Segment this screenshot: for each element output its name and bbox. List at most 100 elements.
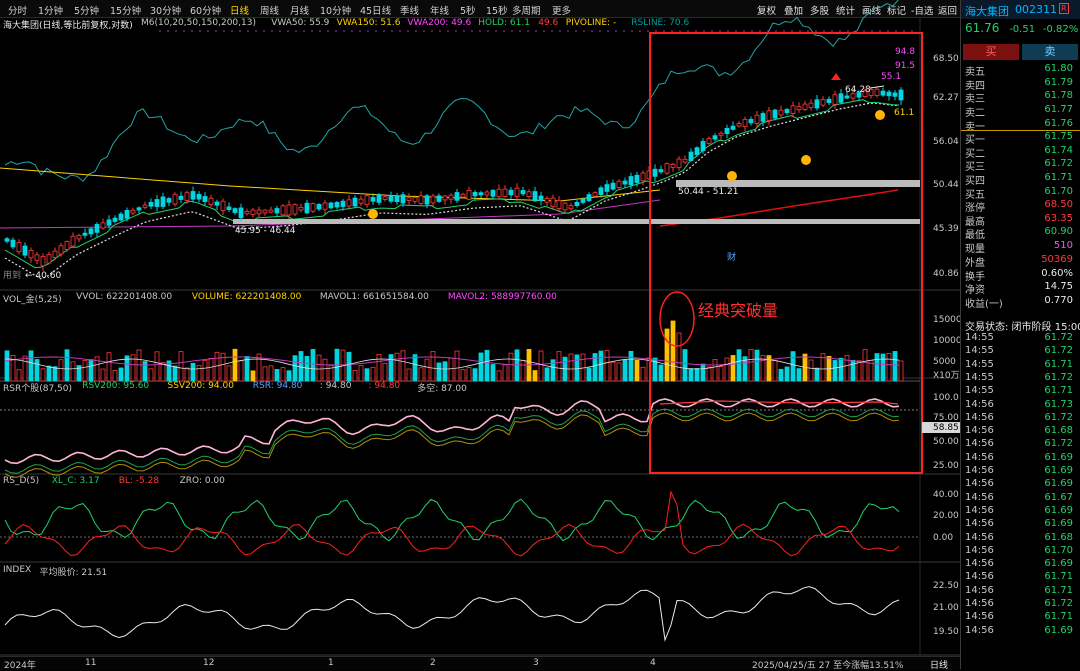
price-change-pct: -0.82% <box>1042 24 1079 35</box>
stat-row[interactable]: 外盘 50369 <box>965 254 1077 269</box>
volume-bar <box>124 355 130 382</box>
candle-body <box>700 141 706 152</box>
volume-bar <box>874 353 880 382</box>
volume-bar <box>898 360 904 382</box>
bid-level[interactable]: 买三 61.72 <box>965 158 1077 173</box>
y-tick: 100.0 <box>933 393 959 403</box>
candle-body <box>556 200 562 209</box>
tick-row: 14:56 61.72 <box>965 412 1077 426</box>
signal-dot <box>511 30 513 32</box>
bid-level[interactable]: 买四 61.71 <box>965 172 1077 187</box>
signal-dot <box>831 30 833 32</box>
volume-bar <box>208 358 214 382</box>
bid-level-value: 61.70 <box>1044 185 1073 197</box>
volume-bar <box>736 349 742 382</box>
candle-body <box>310 203 316 212</box>
indicator-label: HOLD: 61.1 <box>478 18 530 28</box>
candle-body <box>316 204 322 210</box>
tick-row: 14:56 61.71 <box>965 585 1077 599</box>
stat-row[interactable]: 现量 510 <box>965 240 1077 255</box>
volume-bar <box>754 349 760 382</box>
tick-row: 14:55 61.72 <box>965 332 1077 346</box>
candle-body <box>274 208 280 214</box>
tick-time: 14:56 <box>965 624 994 636</box>
bid-level[interactable]: 买二 61.74 <box>965 145 1077 160</box>
volume-bar <box>700 363 706 382</box>
signal-dot <box>847 30 849 32</box>
stock-code: 002311 <box>1015 3 1057 16</box>
candle-body <box>514 187 520 197</box>
stat-row[interactable]: 最高 63.35 <box>965 213 1077 228</box>
signal-dot <box>431 30 433 32</box>
ask-level[interactable]: 卖五 61.80 <box>965 63 1077 78</box>
candle-body <box>94 224 100 233</box>
signal-dot <box>839 30 841 32</box>
bid-level[interactable]: 买一 61.75 <box>965 131 1077 146</box>
candle-body <box>250 209 256 215</box>
candle-body <box>508 189 514 196</box>
signal-dot <box>903 30 905 32</box>
tick-row: 14:56 61.69 <box>965 518 1077 532</box>
y-tick: 75.00 <box>933 413 959 423</box>
volume-bar <box>484 349 490 382</box>
ask-level[interactable]: 卖四 61.79 <box>965 77 1077 92</box>
x-tick: 12 <box>203 658 215 668</box>
signal-dot <box>863 30 865 32</box>
candle-body <box>226 206 232 210</box>
candle-body <box>232 208 238 213</box>
candle-body <box>238 207 244 219</box>
candle-body <box>820 99 826 106</box>
ask-level[interactable]: 卖二 61.77 <box>965 104 1077 119</box>
candle-body <box>694 147 700 156</box>
indicator-label: XL_C: 3.17 <box>51 476 100 486</box>
chart-area[interactable]: 94.8 91.555.1 64.28 61.1 50.44 - 51.21 45.95 … <box>0 0 960 669</box>
volume-callout: 经典突破量 <box>698 301 778 320</box>
signal-dot <box>799 30 801 32</box>
signal-dot <box>279 30 281 32</box>
y-tick: 21.00 <box>933 603 959 613</box>
tick-price: 61.72 <box>1044 332 1073 343</box>
bid-level[interactable]: 买五 61.70 <box>965 185 1077 201</box>
volume-bar <box>190 362 196 382</box>
candle-body <box>436 195 442 202</box>
stat-row[interactable]: 最低 60.90 <box>965 226 1077 241</box>
tick-price: 61.71 <box>1044 611 1073 623</box>
sell-button[interactable]: 卖 <box>1022 44 1078 60</box>
signal-dot <box>487 30 489 32</box>
volume-bar <box>58 359 64 382</box>
candle-body <box>370 197 376 202</box>
ask-level[interactable]: 卖三 61.78 <box>965 90 1077 105</box>
candle-body <box>544 198 550 203</box>
indicator-label: M6(10,20,50,150,200,13) <box>141 18 256 28</box>
tick-price: 61.69 <box>1044 518 1073 530</box>
stat-row[interactable]: 涨停 68.50 <box>965 199 1077 214</box>
volume-bar <box>496 370 502 382</box>
stat-row-label: 收益(一) <box>965 298 1003 310</box>
stat-row[interactable]: 换手 0.60% <box>965 268 1077 283</box>
candle-body <box>454 192 460 201</box>
volume-bar <box>856 360 862 382</box>
tick-row: 14:56 61.69 <box>965 478 1077 492</box>
buy-button[interactable]: 买 <box>963 44 1019 60</box>
signal-dot <box>471 30 473 32</box>
candle-body <box>532 191 538 202</box>
candle-body <box>886 91 892 97</box>
candle-body <box>874 88 880 96</box>
signal-dot <box>223 30 225 32</box>
tick-time: 14:56 <box>965 584 994 596</box>
tick-time: 14:56 <box>965 465 994 476</box>
candle-body <box>730 125 736 130</box>
candle-body <box>634 174 640 183</box>
signal-dot <box>591 30 593 32</box>
stat-row[interactable]: 净资 14.75 <box>965 281 1077 296</box>
signal-dot <box>247 30 249 32</box>
stat-row[interactable]: 收益(一) 0.770 <box>965 295 1077 310</box>
volume-bar <box>574 354 580 382</box>
candle-body <box>130 209 136 214</box>
tick-time: 14:55 <box>965 385 994 397</box>
tab-daily[interactable]: 日线 <box>930 658 948 671</box>
signal-dot <box>335 30 337 32</box>
tick-price: 61.69 <box>1044 504 1073 516</box>
candle-body <box>892 92 898 97</box>
tick-time: 14:55 <box>965 358 994 370</box>
